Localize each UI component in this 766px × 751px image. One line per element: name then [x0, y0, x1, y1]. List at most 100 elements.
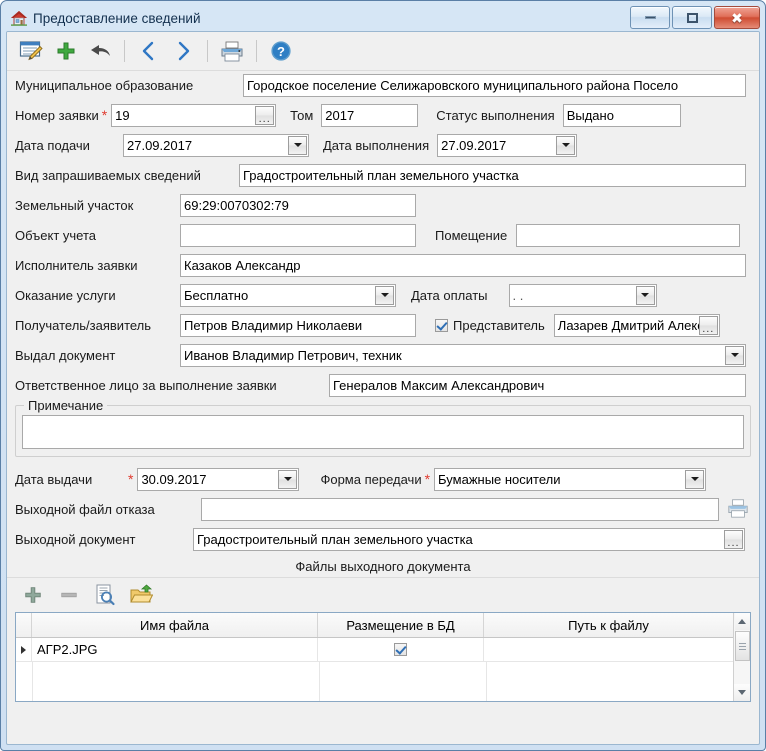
cell-file-name[interactable]: АГР2.JPG: [32, 638, 318, 661]
open-folder-icon[interactable]: [127, 581, 155, 609]
add-file-icon[interactable]: [19, 581, 47, 609]
recipient-field[interactable]: Петров Владимир Николаеви: [180, 314, 416, 337]
edit-record-icon[interactable]: [16, 36, 48, 66]
issue-date-input[interactable]: 30.09.2017: [137, 468, 299, 491]
output-document-field[interactable]: Градостроительный план земельного участк…: [193, 528, 745, 551]
minimize-button[interactable]: [630, 6, 670, 29]
municipality-label: Муниципальное образование: [15, 79, 243, 92]
service-provision-dropdown-button[interactable]: [375, 286, 394, 305]
transfer-form-combo[interactable]: Бумажные носители: [434, 468, 706, 491]
grip-line: [739, 643, 746, 644]
issued-document-by-label: Выдал документ: [15, 349, 180, 362]
field-row-executor: Исполнитель заявки Казаков Александр: [15, 251, 751, 279]
column-header-in-db[interactable]: Размещение в БД: [318, 613, 484, 637]
info-type-field[interactable]: Градостроительный план земельного участк…: [239, 164, 746, 187]
service-provision-combo[interactable]: Бесплатно: [180, 284, 396, 307]
maximize-icon: [687, 13, 698, 23]
maximize-button[interactable]: [672, 6, 712, 29]
issued-document-by-combo[interactable]: Иванов Владимир Петрович, техник: [180, 344, 746, 367]
house-icon: [10, 9, 28, 27]
field-row-request-number: Номер заявки * 19 ... Том 2017 Статус вы…: [15, 101, 751, 129]
status-label: Статус выполнения: [436, 109, 554, 122]
prev-record-icon[interactable]: [133, 36, 165, 66]
representative-checkbox[interactable]: Представитель: [435, 319, 545, 332]
files-section-title: Файлы выходного документа: [7, 555, 759, 577]
issue-date-dropdown-button[interactable]: [278, 470, 297, 489]
chevron-down-icon: [381, 293, 389, 297]
transfer-form-label: Форма передачи: [320, 473, 421, 486]
date-submitted-dropdown-button[interactable]: [288, 136, 307, 155]
close-button[interactable]: ✖: [714, 6, 760, 29]
premises-field[interactable]: [516, 224, 740, 247]
field-row-land-plot: Земельный участок 69:29:0070302:79: [15, 191, 751, 219]
row-selector[interactable]: [16, 638, 32, 661]
output-document-label: Выходной документ: [15, 533, 193, 546]
request-number-input[interactable]: 19: [111, 104, 276, 127]
scroll-thumb[interactable]: [735, 631, 750, 661]
executor-field[interactable]: Казаков Александр: [180, 254, 746, 277]
table-row[interactable]: АГР2.JPG: [16, 638, 733, 662]
issued-document-by-dropdown-button[interactable]: [725, 346, 744, 365]
note-label: Примечание: [24, 398, 107, 413]
column-header-file-path[interactable]: Путь к файлу: [484, 613, 733, 637]
accounting-object-label: Объект учета: [15, 229, 180, 242]
print-icon[interactable]: [216, 36, 248, 66]
caret-down-icon: [738, 690, 746, 695]
application-window: Предоставление сведений ✖: [0, 0, 766, 751]
title-bar: Предоставление сведений ✖: [6, 5, 760, 31]
field-row-output-document: Выходной документ Градостроительный план…: [15, 525, 751, 553]
payment-date-dropdown-button[interactable]: [636, 286, 655, 305]
field-row-municipality: Муниципальное образование Городское посе…: [15, 71, 751, 99]
representative-field[interactable]: Лазарев Дмитрий Алексее: [554, 314, 720, 337]
premises-label: Помещение: [435, 229, 507, 242]
grid-vertical-scrollbar[interactable]: [733, 613, 750, 701]
help-icon[interactable]: ?: [265, 36, 297, 66]
representative-lookup-button[interactable]: ...: [699, 316, 718, 335]
column-header-file-name[interactable]: Имя файла: [32, 613, 318, 637]
status-field[interactable]: Выдано: [563, 104, 681, 127]
field-row-info-type: Вид запрашиваемых сведений Градостроител…: [15, 161, 751, 189]
cell-in-db[interactable]: [318, 638, 484, 661]
files-toolbar: [7, 577, 759, 612]
land-plot-field[interactable]: 69:29:0070302:79: [180, 194, 416, 217]
scroll-up-button[interactable]: [735, 613, 750, 630]
current-row-arrow-icon: [21, 646, 26, 654]
date-submitted-input[interactable]: 27.09.2017: [123, 134, 309, 157]
accounting-object-field[interactable]: [180, 224, 416, 247]
window-controls: ✖: [630, 6, 760, 29]
output-document-lookup-button[interactable]: ...: [724, 530, 743, 549]
recipient-label: Получатель/заявитель: [15, 319, 180, 332]
checkbox-icon[interactable]: [394, 643, 407, 656]
service-provision-label: Оказание услуги: [15, 289, 180, 302]
chevron-down-icon: [294, 143, 302, 147]
preview-file-icon[interactable]: [91, 581, 119, 609]
remove-file-icon[interactable]: [55, 581, 83, 609]
field-row-issue-date: Дата выдачи * 30.09.2017 Форма передачи …: [15, 465, 751, 493]
undo-icon[interactable]: [84, 36, 116, 66]
cell-file-path[interactable]: [484, 638, 733, 661]
refusal-print-icon[interactable]: [725, 497, 751, 522]
payment-date-label: Дата оплаты: [411, 289, 488, 302]
volume-input[interactable]: 2017: [321, 104, 418, 127]
municipality-field[interactable]: Городское поселение Селижаровского муниц…: [243, 74, 746, 97]
responsible-person-field[interactable]: Генералов Максим Александрович: [329, 374, 746, 397]
issue-date-label: Дата выдачи: [15, 473, 125, 486]
main-toolbar: ?: [7, 32, 759, 71]
request-number-label: Номер заявки: [15, 109, 99, 122]
scroll-down-button[interactable]: [734, 684, 750, 701]
date-completed-dropdown-button[interactable]: [556, 136, 575, 155]
caret-up-icon: [738, 619, 746, 624]
responsible-person-label: Ответственное лицо за выполнение заявки: [15, 379, 329, 392]
next-record-icon[interactable]: [167, 36, 199, 66]
payment-date-input[interactable]: . .: [509, 284, 657, 307]
chevron-down-icon: [691, 477, 699, 481]
note-textarea[interactable]: [22, 415, 744, 449]
add-record-icon[interactable]: [50, 36, 82, 66]
refusal-output-file-field[interactable]: [201, 498, 719, 521]
executor-label: Исполнитель заявки: [15, 259, 180, 272]
files-grid-header: Имя файла Размещение в БД Путь к файлу: [16, 613, 733, 638]
files-grid: Имя файла Размещение в БД Путь к файлу А…: [15, 612, 751, 702]
request-number-lookup-button[interactable]: ...: [255, 106, 274, 125]
land-plot-label: Земельный участок: [15, 199, 180, 212]
transfer-form-dropdown-button[interactable]: [685, 470, 704, 489]
